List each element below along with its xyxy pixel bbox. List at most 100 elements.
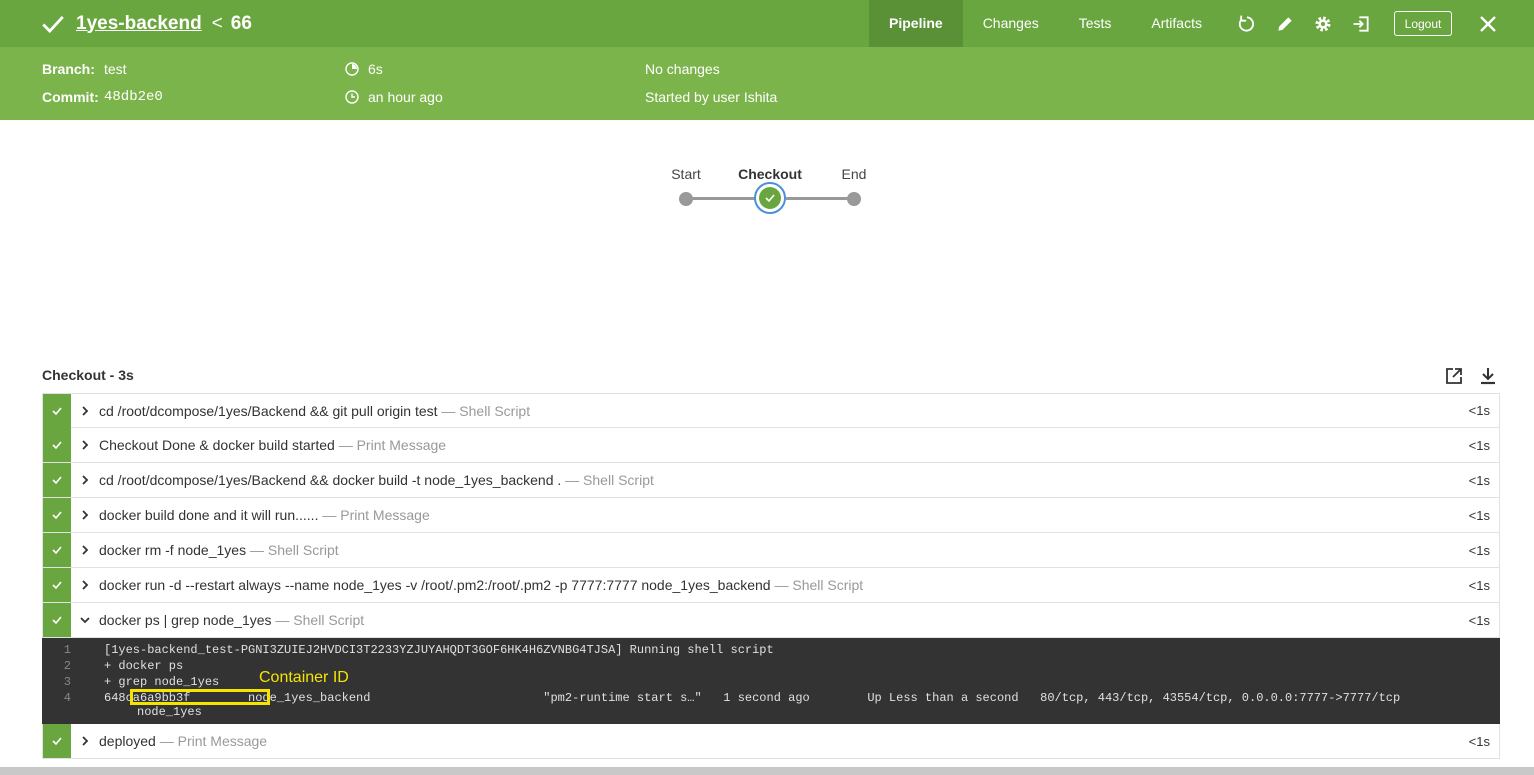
steps-actions	[1442, 364, 1510, 388]
log-line-number: 1	[63, 643, 71, 657]
horizontal-scrollbar[interactable]	[0, 767, 1534, 775]
graph-stage-label[interactable]: Checkout	[738, 166, 802, 182]
step-duration: <1s	[1468, 403, 1490, 418]
log-line-text: [1yes-backend_test-PGNI3ZUIEJ2HVDCI3T223…	[104, 643, 774, 657]
log-line-number: 4	[63, 691, 71, 705]
project-link[interactable]: 1yes-backend	[76, 13, 202, 35]
step-kind: — Print Message	[338, 437, 447, 453]
step-command: cd /root/dcompose/1yes/Backend && git pu…	[99, 402, 438, 419]
step-row[interactable]: deployed — Print Message <1s	[42, 724, 1500, 759]
duration-row: 6s	[345, 61, 383, 77]
step-text: cd /root/dcompose/1yes/Backend && git pu…	[99, 403, 1469, 419]
graph-end-node	[847, 192, 861, 206]
log-line-text: + grep node_1yes	[104, 675, 220, 689]
chevron-right-icon	[71, 580, 99, 590]
pencil-icon	[1278, 16, 1292, 31]
log-line-text: 648ca6a9bb3f node_1yes_backend "pm2-runt…	[104, 691, 1401, 705]
tab-changes[interactable]: Changes	[963, 0, 1059, 47]
chevron-right-icon	[71, 475, 99, 485]
time-value: an hour ago	[368, 89, 443, 105]
changes-text: No changes	[645, 61, 720, 77]
graph-stage-node[interactable]	[754, 182, 786, 214]
step-text: cd /root/dcompose/1yes/Backend && docker…	[99, 472, 1469, 488]
step-row[interactable]: docker build done and it will run...... …	[42, 498, 1500, 533]
exit-button[interactable]	[1342, 0, 1380, 47]
rerun-button[interactable]	[1228, 0, 1266, 47]
close-button[interactable]	[1472, 8, 1504, 40]
step-success-icon	[43, 533, 71, 567]
step-text: Checkout Done & docker build started — P…	[99, 437, 1469, 453]
open-log-button[interactable]	[1442, 364, 1466, 388]
step-success-icon	[43, 463, 71, 497]
step-command: deployed	[99, 733, 156, 749]
step-success-icon	[43, 498, 71, 532]
step-kind: — Shell Script	[275, 612, 365, 628]
tab-artifacts[interactable]: Artifacts	[1131, 0, 1222, 47]
step-kind: — Shell Script	[565, 472, 654, 488]
changes-value: No changes	[645, 61, 720, 77]
graph-connector	[686, 197, 756, 200]
tab-tests[interactable]: Tests	[1059, 0, 1132, 47]
step-text: docker run -d --restart always --name no…	[99, 577, 1469, 593]
step-kind: — Shell Script	[249, 542, 339, 558]
step-text: docker build done and it will run...... …	[99, 507, 1469, 523]
step-row[interactable]: docker run -d --restart always --name no…	[42, 568, 1500, 603]
time-row: an hour ago	[345, 89, 443, 105]
success-check-icon	[42, 15, 64, 33]
step-duration: <1s	[1468, 437, 1490, 453]
step-kind: — Shell Script	[774, 577, 864, 593]
step-row[interactable]: cd /root/dcompose/1yes/Backend && git pu…	[42, 393, 1500, 428]
duration-icon	[345, 62, 359, 76]
graph-start-label: Start	[671, 166, 701, 182]
started-by-text: Started by user Ishita	[645, 89, 777, 105]
branch-value: test	[104, 61, 127, 77]
chevron-right-icon	[71, 736, 99, 746]
step-success-icon	[43, 603, 71, 637]
close-icon	[1480, 16, 1496, 32]
commit-value: 48db2e0	[104, 89, 163, 105]
branch-label: Branch:	[42, 61, 95, 77]
download-log-button[interactable]	[1476, 364, 1500, 388]
step-text: docker rm -f node_1yes — Shell Script	[99, 542, 1469, 558]
title-separator: <	[211, 12, 223, 34]
step-text: docker ps | grep node_1yes — Shell Scrip…	[99, 612, 1469, 628]
started-by-value: Started by user Ishita	[645, 89, 778, 105]
download-icon	[1481, 368, 1495, 385]
chevron-right-icon	[71, 545, 99, 555]
logout-button[interactable]: Logout	[1394, 11, 1452, 36]
top-bar: 1yes-backend < 66 Pipeline Changes Tests…	[0, 0, 1534, 47]
external-link-icon	[1446, 368, 1462, 384]
clock-icon	[345, 90, 359, 104]
step-duration: <1s	[1468, 577, 1490, 593]
step-text: deployed — Print Message	[99, 733, 1469, 749]
step-row[interactable]: cd /root/dcompose/1yes/Backend && docker…	[42, 463, 1500, 498]
steps-title: Checkout - 3s	[42, 367, 134, 383]
step-command: Checkout Done & docker build started	[99, 437, 335, 453]
nav-tabs: Pipeline Changes Tests Artifacts	[869, 0, 1222, 47]
step-duration: <1s	[1468, 612, 1490, 628]
step-kind: — Print Message	[322, 507, 430, 523]
tab-pipeline[interactable]: Pipeline	[869, 0, 963, 47]
commit-row: Commit: 48db2e0	[42, 89, 163, 105]
step-row[interactable]: docker rm -f node_1yes — Shell Script <1…	[42, 533, 1500, 568]
step-duration: <1s	[1468, 542, 1490, 558]
log-line-text: + docker ps	[104, 659, 184, 673]
step-row-expanded[interactable]: docker ps | grep node_1yes — Shell Scrip…	[42, 603, 1500, 638]
step-command: cd /root/dcompose/1yes/Backend && docker…	[99, 472, 562, 488]
log-line-number: 3	[63, 675, 71, 689]
edit-button[interactable]	[1266, 0, 1304, 47]
step-command: docker run -d --restart always --name no…	[99, 577, 771, 593]
step-command: docker build done and it will run......	[99, 507, 319, 523]
graph-end-label: End	[841, 166, 867, 182]
chevron-right-icon	[71, 405, 99, 416]
step-success-icon	[43, 428, 71, 462]
chevron-down-icon	[71, 615, 99, 625]
settings-button[interactable]	[1304, 0, 1342, 47]
graph-start-node	[679, 192, 693, 206]
step-row[interactable]: Checkout Done & docker build started — P…	[42, 428, 1500, 463]
log-line: 1 [1yes-backend_test-PGNI3ZUIEJ2HVDCI3T22…	[42, 642, 1500, 658]
step-success-icon	[43, 393, 71, 428]
pipeline-graph: Start Checkout End	[0, 120, 1534, 360]
run-number: 66	[230, 12, 252, 34]
step-kind: — Shell Script	[441, 402, 531, 419]
